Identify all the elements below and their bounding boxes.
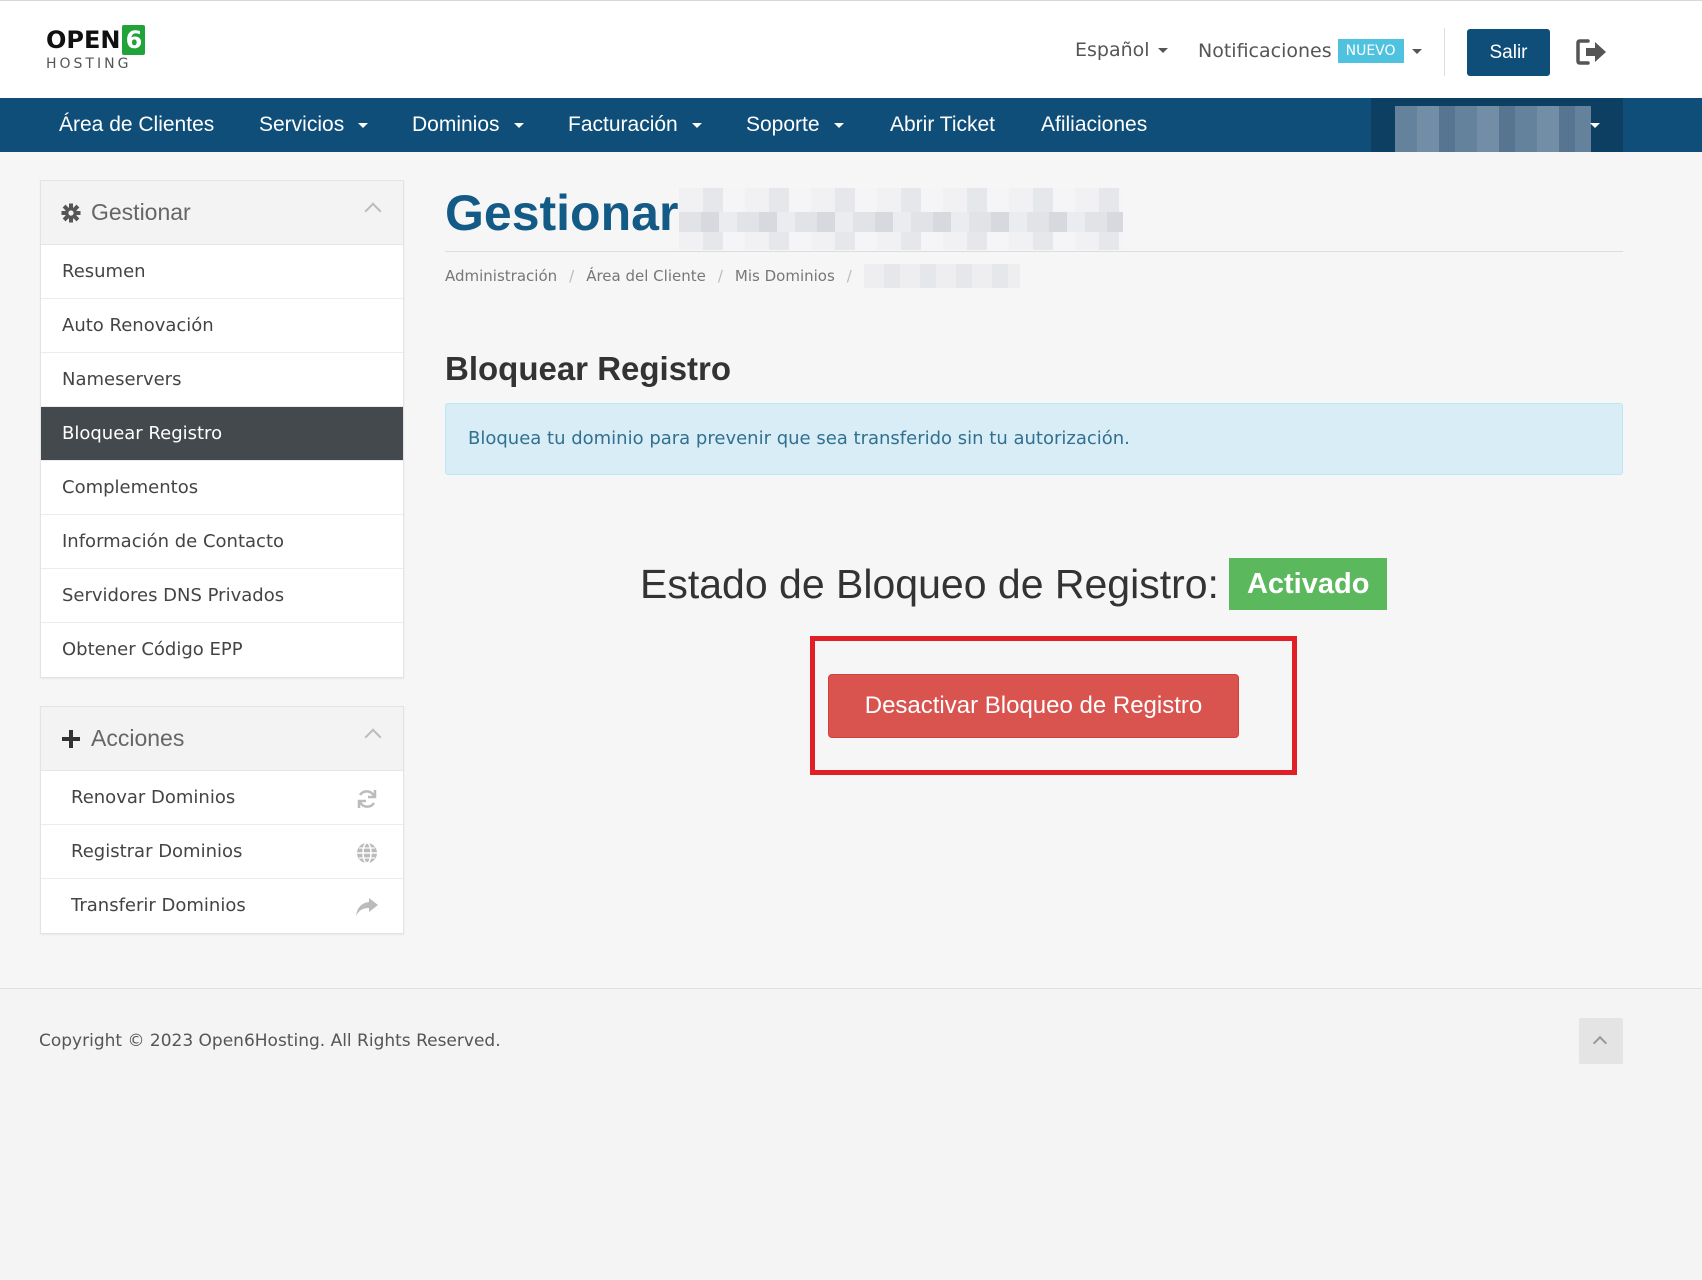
action-label: Registrar Dominios: [71, 841, 243, 862]
redacted-domain-name: [679, 188, 1123, 250]
notifications-dropdown[interactable]: Notificaciones NUEVO: [1198, 39, 1422, 63]
chevron-up-icon[interactable]: [364, 202, 382, 220]
chevron-up-icon[interactable]: [364, 728, 382, 746]
chevron-up-icon: [1592, 1035, 1608, 1051]
notifications-label: Notificaciones: [1198, 40, 1332, 62]
breadcrumb-separator: /: [846, 267, 852, 285]
chevron-down-icon: [358, 122, 369, 128]
action-label: Transferir Dominios: [71, 895, 246, 916]
nav-open-ticket[interactable]: Abrir Ticket: [890, 98, 995, 152]
nav-domains[interactable]: Dominios: [412, 98, 524, 152]
header-divider: [1444, 28, 1445, 76]
page-footer: Copyright © 2023 Open6Hosting. All Right…: [0, 988, 1702, 1280]
info-alert: Bloquea tu dominio para prevenir que sea…: [445, 403, 1623, 475]
breadcrumb-client-area[interactable]: Área del Cliente: [586, 267, 706, 285]
lock-status-label: Estado de Bloqueo de Registro:: [640, 560, 1219, 607]
gear-icon: [61, 203, 81, 222]
chevron-down-icon: [1411, 48, 1422, 54]
nav-affiliates[interactable]: Afiliaciones: [1041, 98, 1147, 152]
manage-panel-title: Gestionar: [91, 199, 191, 225]
globe-icon: [357, 842, 377, 864]
sidebar-item-epp-code[interactable]: Obtener Código EPP: [41, 623, 403, 677]
nav-client-area[interactable]: Área de Clientes: [59, 98, 214, 152]
share-icon: [356, 898, 378, 916]
lock-status-row: Estado de Bloqueo de Registro: Activado: [640, 555, 1388, 613]
redacted-username: [1395, 106, 1591, 152]
sidebar-item-private-dns[interactable]: Servidores DNS Privados: [41, 569, 403, 623]
refresh-icon: [357, 790, 377, 808]
sidebar-item-renew-domains[interactable]: Renovar Dominios: [41, 771, 403, 825]
actions-panel-header[interactable]: Acciones: [41, 707, 403, 771]
breadcrumb-admin[interactable]: Administración: [445, 267, 557, 285]
chevron-down-icon: [691, 122, 702, 128]
copyright-text: Copyright © 2023 Open6Hosting. All Right…: [39, 1031, 501, 1051]
top-header: OPEN 6 HOSTING Español Notificaciones NUE…: [0, 0, 1702, 98]
page-title-row: Gestionar: [445, 180, 1623, 252]
actions-panel: Acciones Renovar Dominios Registrar Domi…: [40, 706, 404, 934]
section-title: Bloquear Registro: [445, 350, 732, 387]
sidebar-item-registrar-lock[interactable]: Bloquear Registro: [41, 407, 403, 461]
chevron-down-icon: [1157, 48, 1168, 53]
notifications-new-badge: NUEVO: [1337, 39, 1404, 63]
breadcrumb: Administración / Área del Cliente / Mis …: [445, 264, 1020, 288]
breadcrumb-separator: /: [569, 267, 575, 285]
redacted-breadcrumb-domain: [863, 264, 1020, 288]
back-to-top-button[interactable]: [1579, 1018, 1623, 1064]
nav-support[interactable]: Soporte: [746, 98, 844, 152]
user-account-dropdown[interactable]: [1371, 98, 1623, 152]
sidebar-item-auto-renew[interactable]: Auto Renovación: [41, 299, 403, 353]
logout-button[interactable]: Salir: [1467, 29, 1550, 76]
page-title: Gestionar: [445, 185, 679, 241]
sidebar-item-addons[interactable]: Complementos: [41, 461, 403, 515]
nav-billing[interactable]: Facturación: [568, 98, 702, 152]
logo-digit: 6: [122, 25, 146, 55]
manage-panel-header[interactable]: Gestionar: [41, 181, 403, 245]
plus-icon: [62, 729, 80, 748]
logo-text: OPEN: [46, 26, 121, 54]
sidebar-item-contact-info[interactable]: Información de Contacto: [41, 515, 403, 569]
chevron-down-icon: [1590, 123, 1600, 128]
logo-subtitle: HOSTING: [46, 56, 132, 72]
manage-panel: Gestionar Resumen Auto Renovación Namese…: [40, 180, 404, 678]
main-navbar: Área de Clientes Servicios Dominios Fact…: [0, 98, 1702, 152]
chevron-down-icon: [513, 122, 524, 128]
breadcrumb-separator: /: [717, 267, 723, 285]
brand-logo[interactable]: OPEN 6 HOSTING: [46, 25, 146, 72]
language-label: Español: [1075, 39, 1150, 61]
sidebar-item-transfer-domains[interactable]: Transferir Dominios: [41, 879, 403, 933]
status-badge: Activado: [1228, 558, 1388, 610]
breadcrumb-my-domains[interactable]: Mis Dominios: [735, 267, 835, 285]
action-label: Renovar Dominios: [71, 787, 236, 808]
language-dropdown[interactable]: Español: [1075, 39, 1168, 61]
sidebar-item-nameservers[interactable]: Nameservers: [41, 353, 403, 407]
nav-services[interactable]: Servicios: [259, 98, 369, 152]
sign-out-icon[interactable]: [1576, 37, 1608, 67]
actions-panel-title: Acciones: [91, 725, 185, 751]
sidebar-item-register-domains[interactable]: Registrar Dominios: [41, 825, 403, 879]
chevron-down-icon: [833, 122, 844, 128]
deactivate-lock-button[interactable]: Desactivar Bloqueo de Registro: [828, 674, 1239, 738]
sidebar-item-summary[interactable]: Resumen: [41, 245, 403, 299]
